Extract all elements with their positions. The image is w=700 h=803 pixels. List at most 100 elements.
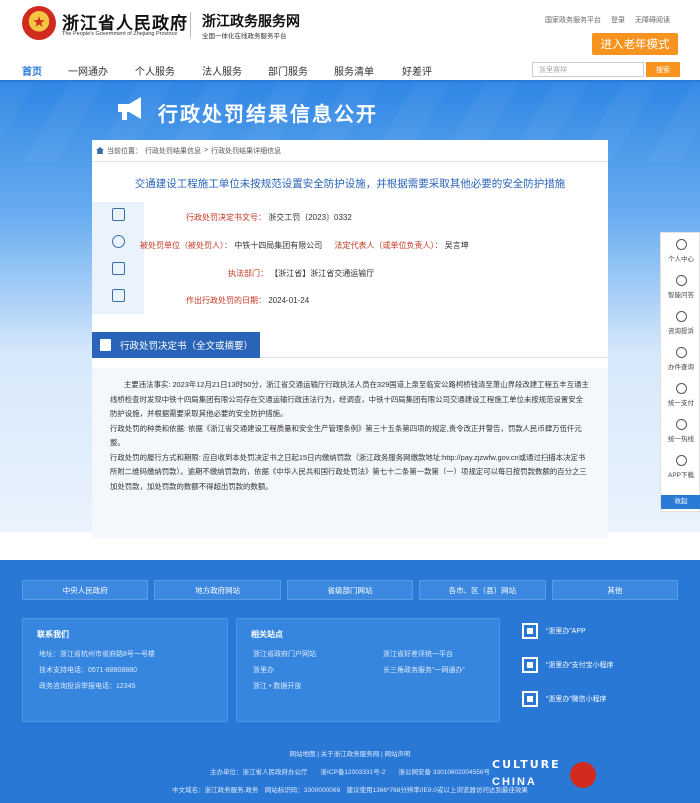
apps-panel: “浙里办”APP “浙里办”支付宝小程序 “浙里办”微信小程序 — [508, 618, 678, 722]
watermark-line2: CHINA — [492, 776, 537, 788]
watermark-logo — [570, 762, 596, 788]
side-payment[interactable]: 统一支付 — [661, 383, 700, 407]
decision-section-body: 主要违法事实: 2023年12月21日13时50分，浙江省交通运输厅行政执法人员… — [92, 368, 608, 538]
site-header: 浙江省人民政府 The People's Government of Zheji… — [0, 0, 700, 56]
contact-panel: 联系我们 地址：浙江省杭州市省府路8号一号楼 技术支持电话：0571-88808… — [22, 618, 228, 722]
date-label: 作出行政处罚的日期： — [186, 296, 266, 305]
search-button[interactable]: 搜索 — [646, 62, 680, 77]
watermark-line1: CULTURE — [492, 758, 561, 771]
dept-label: 执法部门： — [228, 269, 268, 278]
nav-personal[interactable]: 个人服务 — [135, 63, 175, 78]
contact-hotline: 政务咨询投诉举报电话：12345 — [39, 683, 136, 690]
party-label: 被处罚单位（被处罚人）： — [140, 241, 232, 250]
document-icon — [100, 339, 111, 351]
content-card: 当前位置： 行政处罚结果信息 > 行政处罚结果详细信息 交通建设工程施工单位未按… — [92, 140, 608, 538]
nav-department[interactable]: 部门服务 — [268, 63, 308, 78]
site-title[interactable]: 浙江政务服务网 — [202, 11, 300, 31]
footer-link-other[interactable]: 其他 — [551, 580, 679, 600]
party-row: 被处罚单位（被处罚人）： 中铁十四局集团有限公司 法定代表人（或单位负责人）： … — [140, 240, 469, 251]
building-icon — [112, 262, 125, 275]
side-hotline[interactable]: 统一热线 — [661, 419, 700, 443]
legal-rep-label: 法定代表人（或单位负责人）： — [334, 241, 443, 250]
side-smart-qa[interactable]: 智能问答 — [661, 275, 700, 299]
feedback-icon — [675, 311, 687, 322]
footer-link-bar: 中央人民政府 地方政府网站 省级部门网站 各市、区（县）网站 其他 — [22, 580, 679, 600]
search-input[interactable]: 浙里赛样 — [532, 62, 644, 77]
elder-mode-button[interactable]: 进入老年模式 — [592, 33, 678, 55]
culture-china-watermark: CULTURE CHINA — [478, 756, 692, 796]
link-login[interactable]: 登录 — [611, 15, 625, 25]
wechat-qr-row[interactable]: “浙里办”微信小程序 — [522, 690, 607, 708]
info-table: 行政处罚决定书文号： 浙交工罚〔2023〕0332 被处罚单位（被处罚人）： 中… — [92, 202, 608, 314]
footer-link-cities[interactable]: 各市、区（县）网站 — [419, 580, 546, 600]
side-toolbar: 个人中心 智能问答 咨询投诉 办件查询 统一支付 统一热线 APP下载 收起 — [660, 232, 700, 512]
related-review-platform[interactable]: 浙江省好差评统一平台 — [383, 649, 453, 659]
main-nav: 首页 一网通办 个人服务 法人服务 部门服务 服务清单 好差评 浙里赛样 搜索 — [0, 56, 700, 87]
qr-code-icon — [522, 657, 538, 673]
contact-tech-phone: 技术支持电话：0571-88808880 — [39, 667, 138, 674]
side-personal-center[interactable]: 个人中心 — [661, 239, 700, 263]
header-divider — [190, 12, 191, 38]
yuan-icon — [675, 383, 687, 394]
gov-subtitle: The People's Government of Zhejiang Prov… — [62, 31, 178, 37]
person-icon — [112, 235, 125, 248]
banner-title: 行政处罚结果信息公开 — [158, 102, 378, 126]
related-yrd-onestop[interactable]: 长三角政务服务“一网通办” — [383, 665, 465, 675]
app-label: “浙里办”APP — [546, 628, 586, 635]
decision-number-row: 行政处罚决定书文号： 浙交工罚〔2023〕0332 — [186, 212, 352, 223]
nav-review[interactable]: 好差评 — [402, 63, 432, 78]
chat-icon — [675, 275, 687, 286]
footer-link-local[interactable]: 地方政府网站 — [154, 580, 281, 600]
footer-link-central[interactable]: 中央人民政府 — [22, 580, 149, 600]
document-title: 交通建设工程施工单位未按规范设置安全防护设施，并根据需要采取其他必要的安全防护措… — [134, 178, 566, 190]
date-row: 作出行政处罚的日期： 2024-01-24 — [186, 295, 309, 306]
penalty-payment: 行政处罚的履行方式和期限: 应自收到本处罚决定书之日起15日内缴纳罚款（浙江政务… — [110, 452, 587, 491]
nav-one-stop[interactable]: 一网通办 — [68, 63, 108, 78]
side-app-download[interactable]: APP下载 — [661, 455, 700, 479]
decision-number-label: 行政处罚决定书文号： — [186, 213, 266, 222]
decision-section-header: 行政处罚决定书（全文或摘要） — [92, 332, 608, 358]
related-sites-panel: 相关站点 浙江省政府门户网站 浙里办 浙江 • 数据开放 浙江省好差评统一平台 … — [236, 618, 500, 722]
phone-icon — [675, 419, 687, 430]
nav-corporate[interactable]: 法人服务 — [202, 63, 242, 78]
breadcrumb-detail: 行政处罚结果详细信息 — [211, 147, 282, 155]
dept-value: 【浙江省】浙江省交通运输厅 — [270, 269, 375, 278]
nav-home[interactable]: 首页 — [22, 63, 42, 87]
side-collapse[interactable]: 收起 — [661, 495, 700, 509]
party-value: 中铁十四局集团有限公司 — [234, 241, 323, 250]
breadcrumb-separator: > — [204, 147, 209, 154]
breadcrumb-results[interactable]: 行政处罚结果信息 — [145, 146, 201, 156]
megaphone-icon — [118, 97, 141, 120]
decision-section-tab: 行政处罚决定书（全文或摘要） — [92, 332, 260, 358]
calendar-icon — [112, 289, 125, 302]
link-accessibility[interactable]: 无障碍阅读 — [635, 15, 670, 25]
site-subtitle: 全国一体化在线政务服务平台 — [202, 33, 287, 40]
qr-code-icon — [675, 455, 687, 466]
footer-link-provincial[interactable]: 省级部门网站 — [286, 580, 414, 600]
qr-code-icon — [522, 623, 538, 639]
link-national-platform[interactable]: 国家政务服务平台 — [545, 15, 601, 25]
dept-row: 执法部门： 【浙江省】浙江省交通运输厅 — [228, 268, 374, 279]
breadcrumb-current-label: 当前位置： — [107, 147, 142, 155]
home-icon — [96, 147, 104, 154]
side-complaint[interactable]: 咨询投诉 — [661, 311, 700, 335]
top-links: 国家政务服务平台 登录 无障碍阅读 — [545, 15, 670, 25]
qr-code-icon — [522, 691, 538, 707]
document-icon — [112, 208, 125, 221]
breadcrumb: 当前位置： 行政处罚结果信息 > 行政处罚结果详细信息 — [92, 140, 608, 162]
wechat-label: “浙里办”微信小程序 — [546, 696, 607, 703]
contact-address: 地址：浙江省杭州市省府路8号一号楼 — [39, 651, 155, 658]
related-gov-portal[interactable]: 浙江省政府门户网站 — [253, 649, 316, 659]
decision-number-value: 浙交工罚〔2023〕0332 — [268, 213, 352, 222]
app-qr-row[interactable]: “浙里办”APP — [522, 622, 586, 640]
penalty-basis: 行政处罚的种类和依据: 依据《浙江省交通建设工程质量和安全生产管理条例》第三十五… — [110, 423, 582, 448]
date-value: 2024-01-24 — [268, 296, 310, 305]
related-data-open[interactable]: 浙江 • 数据开放 — [253, 681, 301, 691]
related-sites-title: 相关站点 — [251, 630, 283, 639]
side-case-query[interactable]: 办件查询 — [661, 347, 700, 371]
search-icon — [675, 347, 687, 358]
alipay-qr-row[interactable]: “浙里办”支付宝小程序 — [522, 656, 614, 674]
nav-service-list[interactable]: 服务清单 — [334, 63, 374, 78]
related-zheliban[interactable]: 浙里办 — [253, 665, 274, 675]
legal-rep-value: 吴言坤 — [444, 241, 469, 250]
